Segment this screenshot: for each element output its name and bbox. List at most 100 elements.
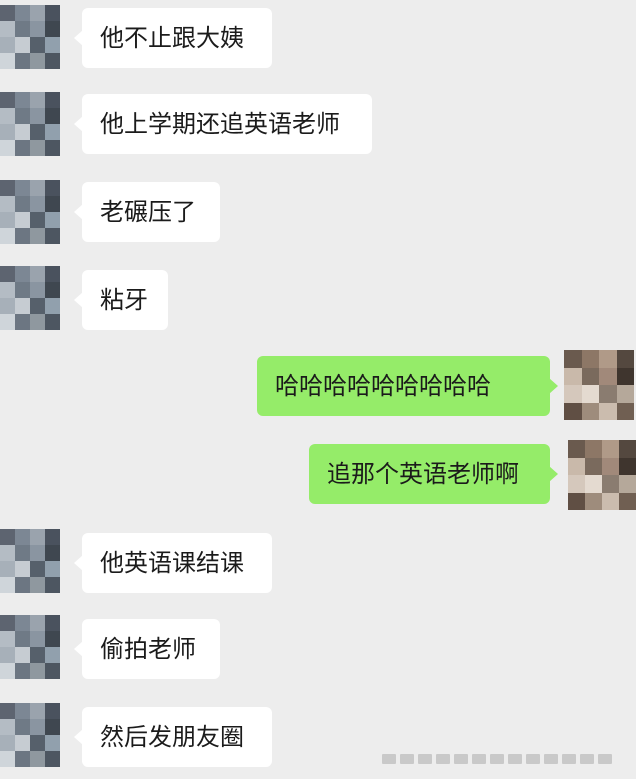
message-bubble-incoming[interactable]: 然后发朋友圈 [74, 707, 272, 767]
contact-avatar[interactable] [0, 615, 60, 679]
avatar-pixel [619, 475, 636, 493]
avatar-pixel [619, 440, 636, 458]
my-avatar[interactable] [568, 440, 636, 510]
avatar-pixel [0, 108, 15, 124]
avatar-pixel [15, 631, 30, 647]
message-text: 哈哈哈哈哈哈哈哈哈 [275, 372, 491, 400]
avatar-pixel [0, 751, 15, 767]
avatar-pixel [0, 298, 15, 314]
message-row: 粘牙 [0, 266, 636, 330]
avatar-pixel [45, 545, 60, 561]
avatar-pixel [0, 647, 15, 663]
avatar-pixel [585, 475, 602, 493]
message-text: 追那个英语老师啊 [327, 460, 519, 488]
avatar-pixel [599, 385, 617, 403]
avatar-pixel [45, 108, 60, 124]
avatar-pixel [0, 545, 15, 561]
avatar-pixel [0, 282, 15, 298]
avatar-pixel [45, 228, 60, 244]
avatar-pixel [45, 140, 60, 156]
contact-avatar[interactable] [0, 703, 60, 767]
message-text: 粘牙 [100, 286, 148, 314]
avatar-pixel [45, 282, 60, 298]
avatar-pixel [0, 21, 15, 37]
avatar-pixel [616, 402, 634, 420]
avatar-pixel [0, 37, 15, 53]
message-text: 他英语课结课 [100, 549, 244, 577]
avatar-pixel [0, 719, 15, 735]
avatar-pixel [45, 647, 60, 663]
avatar-pixel [0, 735, 15, 751]
avatar-pixel [0, 92, 15, 108]
message-text: 他不止跟大姨 [100, 24, 244, 52]
avatar-pixel [602, 457, 619, 475]
avatar-pixel [30, 561, 45, 577]
message-bubble-incoming[interactable]: 偷拍老师 [74, 619, 220, 679]
avatar-pixel [602, 492, 619, 510]
avatar-pixel [15, 108, 30, 124]
avatar-pixel [581, 367, 599, 385]
avatar-pixel [568, 475, 585, 493]
avatar-pixel [45, 21, 60, 37]
contact-avatar[interactable] [0, 180, 60, 244]
contact-avatar[interactable] [0, 529, 60, 593]
avatar-pixel [30, 124, 45, 140]
message-row: 他不止跟大姨 [0, 5, 636, 69]
contact-avatar[interactable] [0, 5, 60, 69]
avatar-pixel [15, 735, 30, 751]
avatar-pixel [0, 266, 15, 282]
avatar-pixel [564, 402, 582, 420]
avatar-pixel [0, 140, 15, 156]
avatar-pixel [45, 663, 60, 679]
avatar-pixel [15, 647, 30, 663]
avatar-pixel [0, 5, 15, 21]
message-row: 他上学期还追英语老师 [0, 92, 636, 156]
avatar-pixel [0, 631, 15, 647]
avatar-pixel [30, 647, 45, 663]
avatar-pixel [602, 440, 619, 458]
avatar-pixel [15, 53, 30, 69]
message-bubble-outgoing[interactable]: 追那个英语老师啊 [309, 444, 558, 504]
avatar-pixel [15, 124, 30, 140]
avatar-pixel [15, 561, 30, 577]
avatar-pixel [15, 212, 30, 228]
message-bubble-incoming[interactable]: 老碾压了 [74, 182, 220, 242]
avatar-pixel [0, 703, 15, 719]
avatar-pixel [45, 37, 60, 53]
avatar-pixel [585, 440, 602, 458]
avatar-pixel [616, 350, 634, 368]
avatar-pixel [15, 92, 30, 108]
avatar-pixel [45, 92, 60, 108]
avatar-pixel [564, 385, 582, 403]
avatar-pixel [0, 529, 15, 545]
avatar-pixel [30, 140, 45, 156]
message-row: 哈哈哈哈哈哈哈哈哈 [0, 350, 636, 422]
avatar-pixel [45, 631, 60, 647]
avatar-pixel [30, 631, 45, 647]
avatar-pixel [564, 350, 582, 368]
avatar-pixel [30, 196, 45, 212]
avatar-pixel [45, 212, 60, 228]
avatar-pixel [30, 212, 45, 228]
avatar-pixel [15, 298, 30, 314]
avatar-pixel [45, 719, 60, 735]
my-avatar[interactable] [564, 350, 634, 420]
avatar-pixel [0, 663, 15, 679]
message-bubble-incoming[interactable]: 他不止跟大姨 [74, 8, 272, 68]
message-bubble-outgoing[interactable]: 哈哈哈哈哈哈哈哈哈 [257, 356, 558, 416]
contact-avatar[interactable] [0, 266, 60, 330]
avatar-pixel [30, 577, 45, 593]
avatar-pixel [568, 492, 585, 510]
avatar-pixel [45, 735, 60, 751]
avatar-pixel [30, 529, 45, 545]
avatar-pixel [0, 561, 15, 577]
message-row: 偷拍老师 [0, 615, 636, 679]
avatar-pixel [45, 180, 60, 196]
avatar-pixel [30, 108, 45, 124]
contact-avatar[interactable] [0, 92, 60, 156]
avatar-pixel [30, 266, 45, 282]
message-bubble-incoming[interactable]: 他英语课结课 [74, 533, 272, 593]
message-text: 他上学期还追英语老师 [100, 110, 340, 138]
message-bubble-incoming[interactable]: 他上学期还追英语老师 [74, 94, 372, 154]
message-bubble-incoming[interactable]: 粘牙 [74, 270, 168, 330]
